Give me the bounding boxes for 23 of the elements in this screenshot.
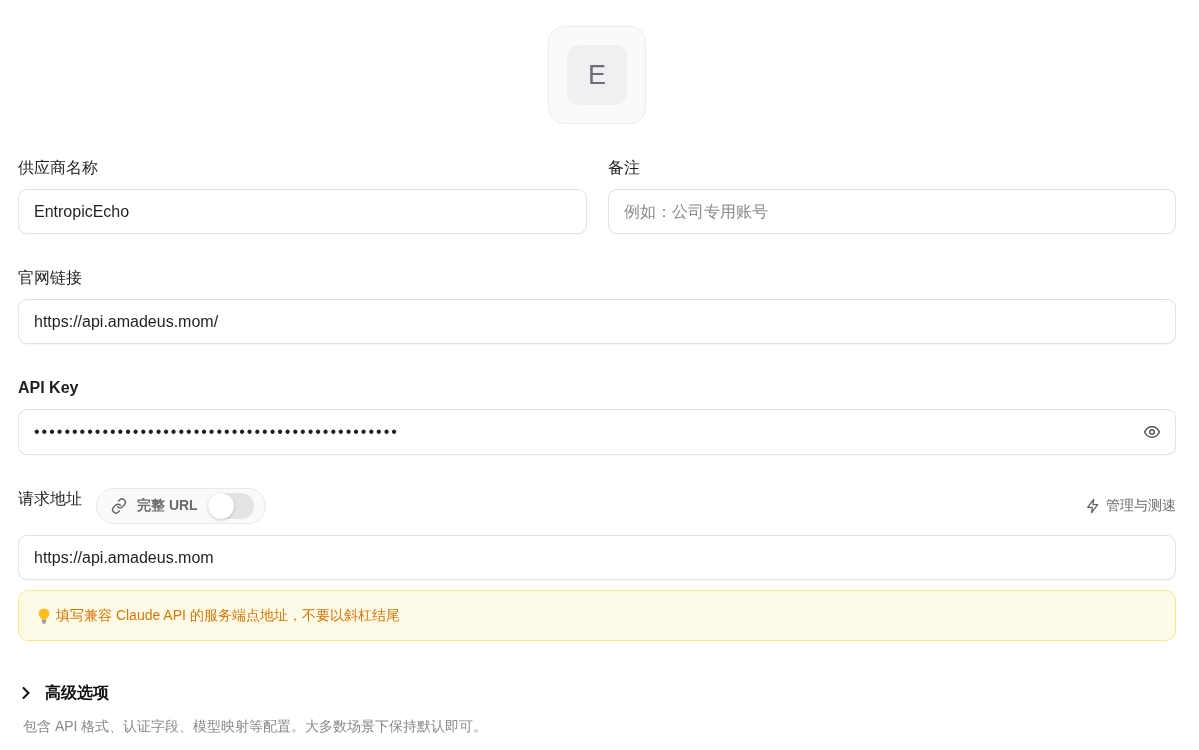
advanced-options-toggle[interactable]: 高级选项 bbox=[18, 681, 109, 705]
lightning-icon bbox=[1085, 498, 1101, 514]
description-text: 包含 API 格式、认证字段、模型映射等配置。大多数场景下保持默认即可。 bbox=[22, 717, 488, 736]
field-label: API Key bbox=[18, 378, 79, 398]
text-field[interactable]: 例如：公司专用账号 bbox=[607, 189, 1176, 234]
show-password-button[interactable] bbox=[1143, 423, 1161, 441]
field-label: 供应商名称 bbox=[18, 158, 98, 178]
full-url-toggle[interactable]: 完整 URL bbox=[96, 488, 266, 524]
link-icon bbox=[111, 498, 127, 514]
field-label: 官网链接 bbox=[18, 268, 82, 288]
chevron-icon bbox=[22, 687, 30, 699]
toggle-switch[interactable] bbox=[207, 493, 254, 519]
manage-test-button[interactable]: 管理与测速 bbox=[1085, 497, 1176, 515]
text-field[interactable]: •••••••••••••••••••••••••••••••••••••••••••••••• bbox=[18, 409, 1176, 455]
hint-text: 填写兼容 Claude API 的服务端点地址，不要以斜杠结尾 bbox=[56, 606, 400, 625]
lightbulb-icon bbox=[38, 607, 50, 624]
field-label: 备注 bbox=[607, 158, 640, 178]
eye-icon bbox=[1143, 423, 1161, 441]
field-label: 请求地址 bbox=[18, 489, 82, 509]
text-field[interactable]: EntropicEcho bbox=[18, 189, 587, 234]
text-field[interactable]: https://api.amadeus.mom/ bbox=[18, 299, 1176, 344]
text-field[interactable]: https://api.amadeus.mom bbox=[18, 535, 1176, 580]
letter-avatar: E bbox=[567, 45, 627, 105]
